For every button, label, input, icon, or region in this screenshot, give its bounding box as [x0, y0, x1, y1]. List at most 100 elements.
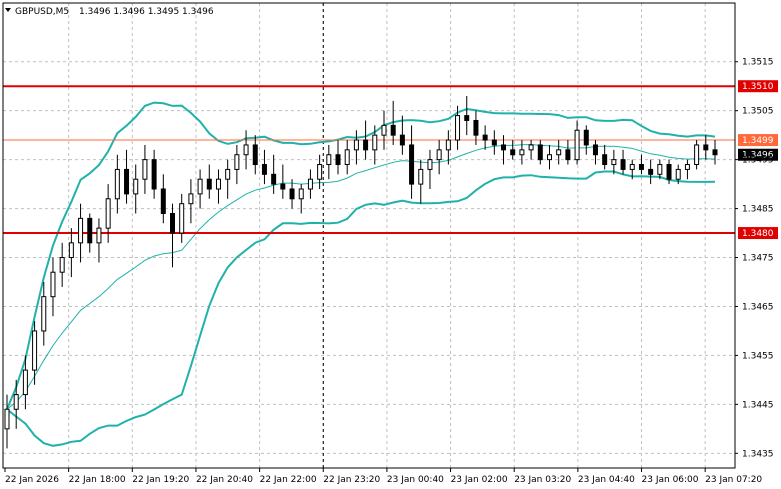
candle-body	[409, 144, 415, 185]
symbol-label: GBPUSD,M5	[15, 7, 69, 17]
ohlc-readout: 1.3496 1.3496 1.3495 1.3496	[79, 7, 214, 17]
candle-body	[611, 159, 617, 166]
candle-body	[675, 168, 681, 180]
candle-body	[418, 168, 424, 185]
candle-body	[574, 129, 580, 161]
candle-body	[390, 124, 396, 136]
x-tick-label: 23 Jan 02:00	[451, 475, 508, 485]
candle-body	[464, 115, 470, 121]
candle-body	[381, 124, 387, 136]
candle-body	[372, 134, 378, 151]
x-tick-label: 22 Jan 22:00	[260, 475, 317, 485]
candle-body	[271, 173, 277, 185]
candle-body	[629, 164, 635, 170]
candle-body	[317, 164, 323, 180]
x-tick-label: 23 Jan 03:20	[514, 475, 571, 485]
candle-body	[13, 394, 19, 410]
candle-body	[133, 178, 139, 195]
candle-body	[124, 168, 130, 195]
candle-body	[684, 164, 690, 170]
price-chart[interactable]: 1.3510 1.3499 1.3480 1.3496 1.3515 1.3505 1.3…	[0, 0, 781, 489]
x-tick-label: 23 Jan 04:40	[578, 475, 635, 485]
candle-body	[96, 227, 102, 244]
candle-body	[473, 119, 479, 136]
y-tick-label: 1.3495	[742, 156, 774, 166]
y-tick-label: 1.3445	[742, 400, 774, 410]
candle-body	[592, 144, 598, 156]
candle-body	[41, 296, 47, 332]
price-level-label: 1.3480	[742, 229, 774, 239]
chart-background	[0, 0, 781, 489]
candle-body	[188, 193, 194, 205]
y-tick-label: 1.3475	[742, 254, 774, 264]
candle-body	[583, 129, 589, 146]
y-tick-label: 1.3455	[742, 351, 774, 361]
x-tick-label: 22 Jan 2026	[5, 475, 59, 485]
candle-body	[289, 188, 295, 200]
candle-body	[59, 257, 65, 273]
candle-body	[712, 149, 718, 156]
candle-body	[179, 203, 185, 234]
candle-body	[703, 144, 709, 151]
x-tick-label: 22 Jan 18:00	[69, 475, 126, 485]
candle-body	[206, 178, 212, 190]
x-tick-label: 22 Jan 19:20	[132, 475, 189, 485]
candle-body	[436, 149, 442, 161]
chart-header: GBPUSD,M5 1.3496 1.3496 1.3495 1.3496	[5, 7, 214, 17]
candle-body	[170, 212, 176, 234]
candle-body	[491, 139, 497, 146]
candle-body	[326, 154, 332, 166]
candle-body	[694, 144, 700, 166]
candle-body	[528, 144, 534, 151]
candle-body	[234, 154, 240, 170]
candle-body	[353, 139, 359, 151]
candle-body	[307, 178, 313, 190]
candle-body	[620, 159, 626, 170]
candle-body	[537, 144, 543, 161]
candle-body	[215, 178, 221, 190]
candle-body	[482, 134, 488, 141]
x-tick-label: 23 Jan 06:00	[642, 475, 699, 485]
candle-body	[602, 154, 608, 166]
candle-body	[363, 139, 369, 151]
candle-body	[68, 242, 74, 259]
x-tick-label: 22 Jan 20:40	[196, 475, 253, 485]
candle-body	[32, 330, 38, 371]
candle-body	[252, 144, 258, 166]
candle-body	[344, 149, 350, 166]
chart-canvas[interactable]: 1.35101.34991.34801.3496 1.35151.35051.3…	[0, 0, 781, 489]
candle-body	[197, 178, 203, 195]
price-level-label: 1.3510	[742, 82, 774, 92]
candle-body	[261, 164, 267, 175]
candle-body	[510, 149, 516, 156]
candle-body	[666, 164, 672, 180]
price-level-label: 1.3499	[742, 136, 774, 146]
candle-body	[638, 164, 644, 170]
candle-body	[501, 144, 507, 151]
y-tick-label: 1.3465	[742, 302, 774, 312]
candle-body	[160, 188, 166, 214]
candle-body	[556, 149, 562, 156]
candle-body	[4, 408, 10, 430]
candle-body	[225, 168, 231, 180]
candle-body	[445, 139, 451, 151]
y-tick-label: 1.3485	[742, 205, 774, 215]
candle-body	[50, 271, 56, 298]
candle-body	[114, 168, 120, 200]
candle-body	[105, 198, 111, 229]
y-tick-label: 1.3435	[742, 449, 774, 459]
candle-body	[657, 164, 663, 175]
candle-body	[565, 149, 571, 161]
candle-body	[427, 159, 433, 170]
candle-body	[519, 149, 525, 156]
y-tick-label: 1.3505	[742, 107, 774, 117]
candle-body	[151, 159, 157, 190]
candle-body	[648, 168, 654, 175]
candle-body	[78, 217, 84, 244]
candle-body	[546, 154, 552, 161]
x-tick-label: 23 Jan 00:40	[387, 475, 444, 485]
candle-body	[142, 159, 148, 180]
candle-body	[243, 144, 249, 156]
candle-body	[280, 183, 286, 190]
candle-body	[335, 154, 341, 166]
